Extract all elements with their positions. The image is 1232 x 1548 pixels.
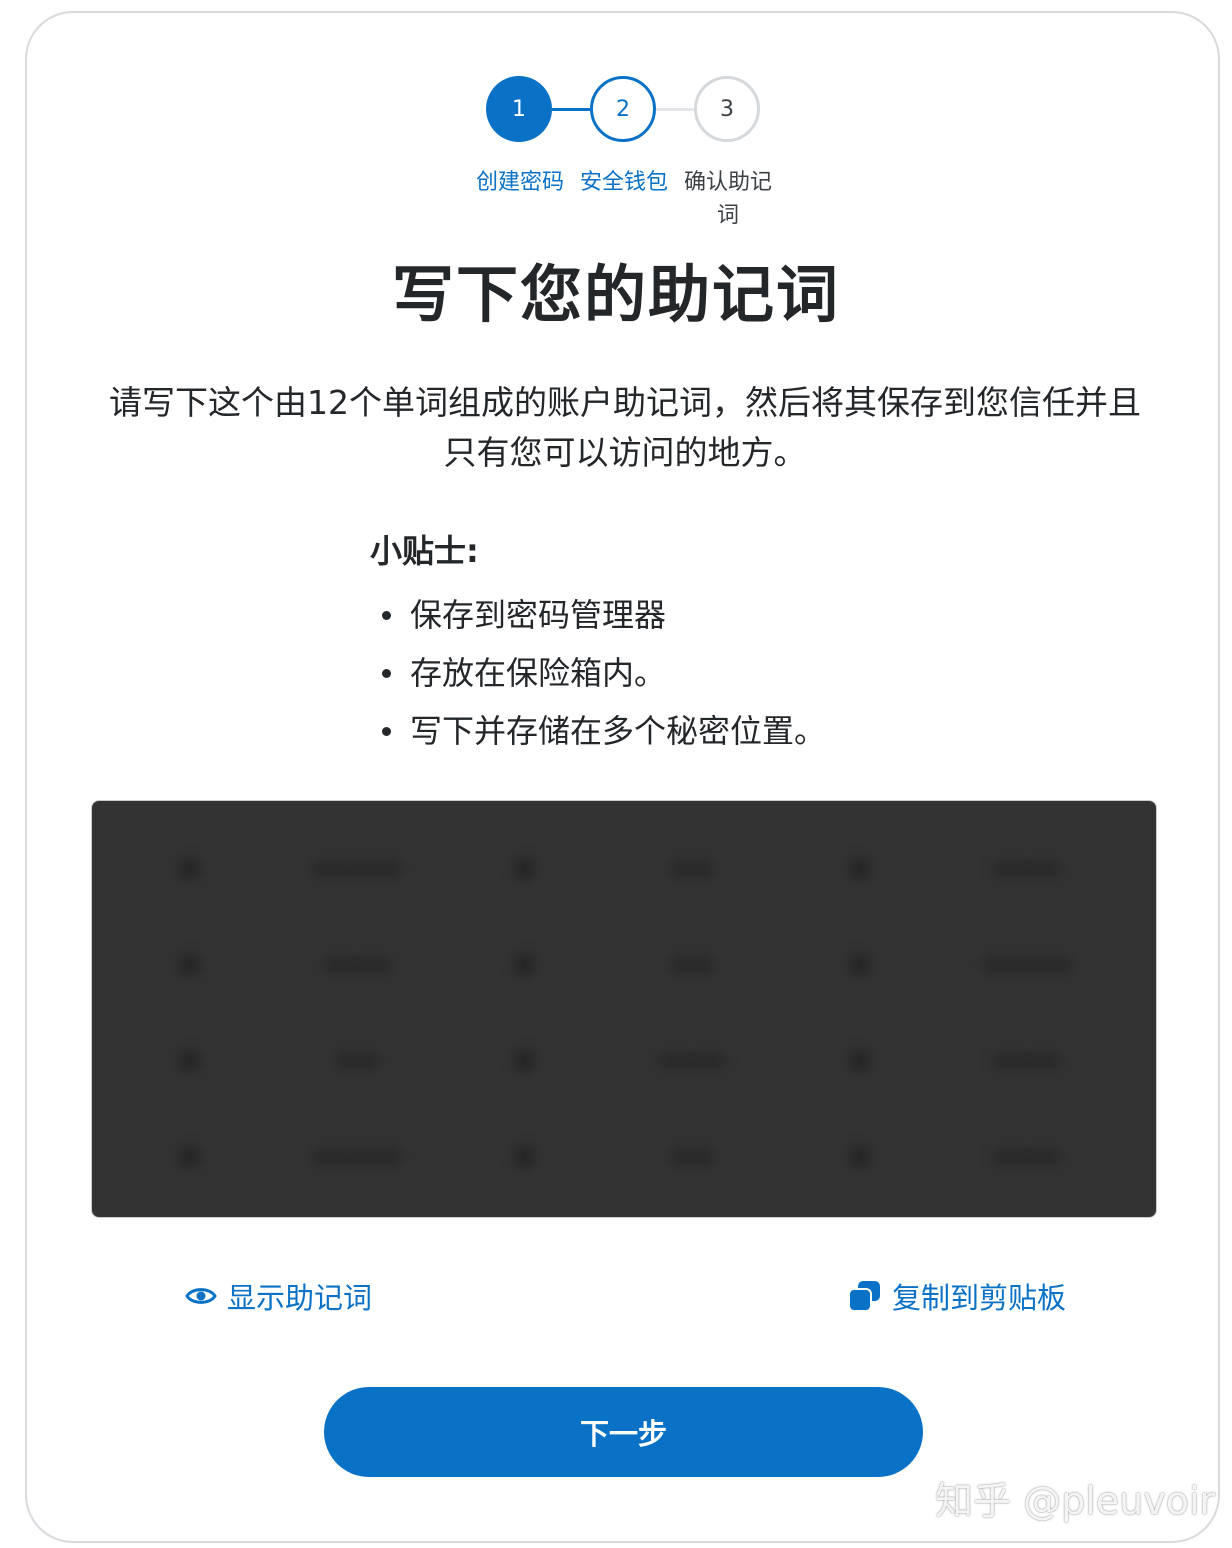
word-index-placeholder: ● (514, 853, 535, 881)
secret-phrase-grid: ● ▬▬▬▬ ● ▬▬ ● ▬▬▬ ● ▬▬▬ ● ▬▬ ● ▬▬▬▬ ● ▬▬ ● ▬▬▬ ●… (92, 801, 1156, 1217)
page-title: 写下您的助记词 (391, 258, 840, 331)
word-placeholder: ▬▬▬ (992, 853, 1062, 881)
tips-section: 小贴士: 保存到密码管理器 存放在保险箱内。 写下并存储在多个秘密位置。 (370, 528, 970, 760)
word-placeholder: ▬▬▬▬ (981, 949, 1073, 977)
word-placeholder: ▬▬▬ (657, 1045, 727, 1073)
bullet-icon (382, 669, 391, 678)
word-placeholder: ▬▬▬▬ (311, 1141, 403, 1169)
word-placeholder: ▬▬ (669, 1141, 715, 1169)
copy-icon (848, 1281, 880, 1312)
word-placeholder: ▬▬▬▬ (311, 853, 403, 881)
word-index-placeholder: ● (849, 1141, 870, 1169)
tip-item: 保存到密码管理器 (370, 586, 970, 644)
word-index-placeholder: ● (514, 1045, 535, 1073)
step-3-indicator: 3 (694, 76, 760, 142)
stepper-connector-2 (656, 108, 696, 111)
word-placeholder: ▬▬ (669, 949, 715, 977)
step-3-label: 确认助记词 (683, 170, 772, 228)
word-index-placeholder: ● (179, 1141, 200, 1169)
tip-text: 写下并存储在多个秘密位置。 (410, 712, 827, 750)
word-placeholder: ▬▬▬ (322, 949, 392, 977)
word-index-placeholder: ● (514, 949, 535, 977)
step-2-indicator: 2 (590, 76, 656, 142)
tips-title: 小贴士: (370, 532, 479, 570)
step-1-label: 创建密码 (475, 170, 564, 195)
copy-to-clipboard-label: 复制到剪贴板 (892, 1281, 1067, 1315)
secret-phrase-blurred-box[interactable]: ● ▬▬▬▬ ● ▬▬ ● ▬▬▬ ● ▬▬▬ ● ▬▬ ● ▬▬▬▬ ● ▬▬ ● ▬▬▬ ●… (91, 800, 1157, 1218)
stepper-connector-1 (552, 108, 592, 111)
progress-stepper: 1 2 3 创建密码 安全钱包 确认助记词 (0, 0, 1232, 240)
tip-text: 保存到密码管理器 (410, 596, 667, 634)
word-index-placeholder: ● (179, 949, 200, 977)
next-button[interactable]: 下一步 (324, 1387, 923, 1477)
word-index-placeholder: ● (849, 853, 870, 881)
word-placeholder: ▬▬ (334, 1045, 380, 1073)
word-placeholder: ▬▬ (669, 853, 715, 881)
word-placeholder: ▬▬▬ (992, 1045, 1062, 1073)
watermark: 知乎 @pleuvoir (935, 1479, 1216, 1523)
word-index-placeholder: ● (179, 1045, 200, 1073)
copy-to-clipboard-button[interactable]: 复制到剪贴板 (848, 1276, 1066, 1316)
word-placeholder: ▬▬▬ (992, 1141, 1062, 1169)
word-index-placeholder: ● (849, 949, 870, 977)
eye-icon (185, 1288, 217, 1304)
word-index-placeholder: ● (849, 1045, 870, 1073)
reveal-phrase-button[interactable]: 显示助记词 (185, 1276, 372, 1316)
bullet-icon (382, 727, 391, 736)
tip-item: 写下并存储在多个秘密位置。 (370, 702, 970, 760)
tip-item: 存放在保险箱内。 (370, 644, 970, 702)
word-index-placeholder: ● (179, 853, 200, 881)
bullet-icon (382, 611, 391, 620)
step-2-label: 安全钱包 (579, 170, 668, 195)
reveal-phrase-label: 显示助记词 (227, 1281, 373, 1315)
word-index-placeholder: ● (514, 1141, 535, 1169)
tips-list: 保存到密码管理器 存放在保险箱内。 写下并存储在多个秘密位置。 (370, 586, 970, 760)
tip-text: 存放在保险箱内。 (410, 654, 667, 692)
page-description: 请写下这个由12个单词组成的账户助记词，然后将其保存到您信任并且只有您可以访问的… (109, 383, 1141, 472)
step-1-indicator: 1 (486, 76, 552, 142)
